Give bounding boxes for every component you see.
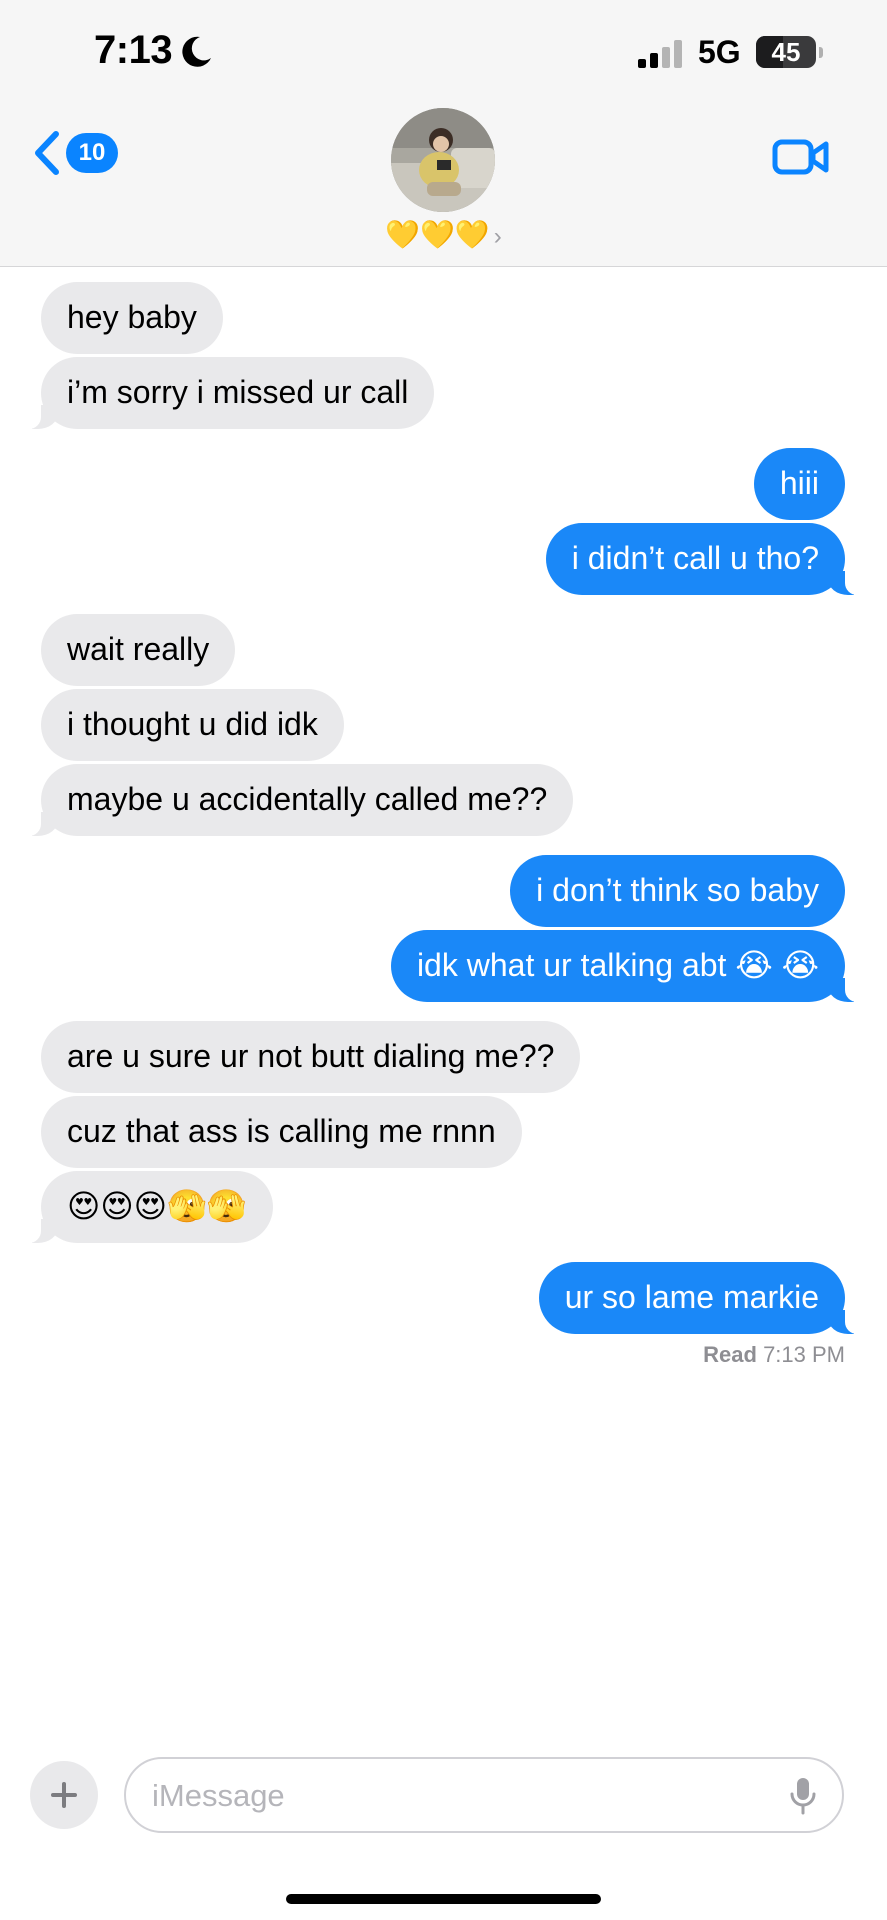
contact-name[interactable]: 💛💛💛 › [0, 218, 887, 251]
moon-icon [182, 36, 211, 67]
read-receipt-label: Read [703, 1342, 757, 1367]
unread-count-badge: 10 [66, 133, 118, 173]
apps-plus-button[interactable] [30, 1761, 98, 1829]
contact-avatar[interactable] [391, 108, 495, 212]
message-bubble-incoming[interactable]: i thought u did idk [41, 689, 344, 761]
chevron-left-icon [35, 131, 59, 175]
network-type: 5G [698, 34, 741, 70]
back-button[interactable]: 10 [32, 130, 118, 176]
read-receipt-time: 7:13 PM [763, 1342, 845, 1367]
message-bubble-outgoing[interactable]: idk what ur talking abt 😭 😭 [390, 930, 866, 1002]
message-bubble-incoming[interactable]: cuz that ass is calling me rnnn [41, 1096, 522, 1168]
message-bubble-incoming[interactable]: are u sure ur not butt dialing me?? [41, 1021, 581, 1093]
read-receipt: Read 7:13 PM [703, 1342, 845, 1368]
chevron-right-icon: › [493, 223, 502, 250]
conversation-header: 10 💛💛💛 › [0, 100, 887, 267]
microphone-icon[interactable] [790, 1777, 816, 1815]
facetime-video-icon[interactable] [772, 136, 830, 178]
message-bubble-incoming[interactable]: 😍😍😍🫣🫣 [21, 1171, 273, 1243]
message-bubble-incoming[interactable]: hey baby [41, 282, 223, 354]
plus-icon [51, 1782, 77, 1808]
battery-level: 45 [771, 36, 801, 67]
contact-name-label: 💛💛💛 [385, 219, 490, 250]
message-composer[interactable] [124, 1757, 844, 1833]
message-bubble-incoming[interactable]: maybe u accidentally called me?? [20, 764, 574, 836]
message-bubble-outgoing[interactable]: ur so lame markie [538, 1262, 866, 1334]
imessage-input[interactable] [150, 1759, 754, 1833]
home-indicator[interactable] [286, 1894, 601, 1904]
message-bubble-outgoing[interactable]: hiii [753, 448, 845, 520]
message-bubble-incoming[interactable]: i’m sorry i missed ur call [20, 357, 435, 429]
status-time: 7:13 [94, 28, 173, 72]
message-bubble-incoming[interactable]: wait really [41, 614, 236, 686]
signal-icon [638, 40, 682, 68]
battery-indicator: 45 [756, 36, 823, 68]
message-bubble-outgoing[interactable]: i don’t think so baby [510, 855, 845, 927]
avatar-photo [391, 108, 495, 212]
status-bar: 7:13 5G 45 [0, 0, 887, 100]
message-bubble-outgoing[interactable]: i didn’t call u tho? [545, 523, 866, 595]
